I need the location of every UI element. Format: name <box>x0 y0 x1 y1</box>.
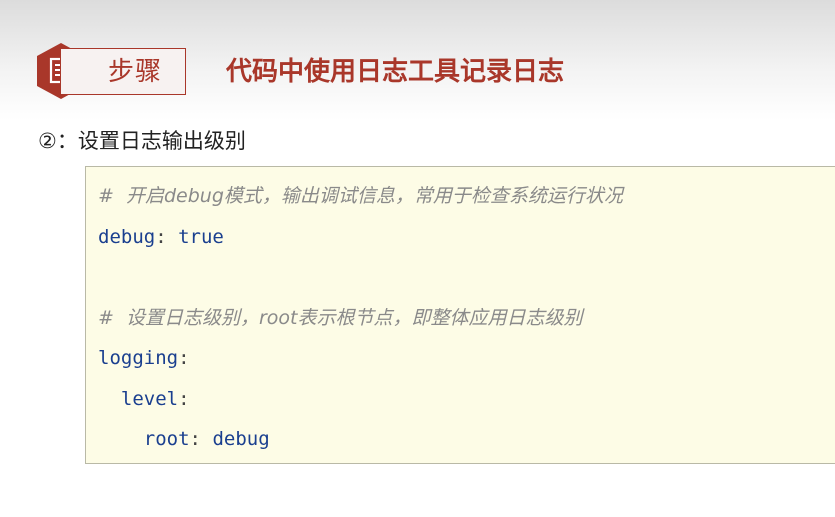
yaml-colon: : <box>178 388 190 410</box>
yaml-value-true: true <box>178 226 224 248</box>
slide-header: 步骤 代码中使用日志工具记录日志 <box>0 0 835 120</box>
code-line-debug: debug: true <box>98 222 224 252</box>
page-title: 代码中使用日志工具记录日志 <box>226 57 565 87</box>
step-label: 步骤 <box>108 57 163 87</box>
code-comment-level: # 设置日志级别，root表示根节点，即整体应用日志级别 <box>98 307 583 329</box>
yaml-key-debug: debug <box>98 226 156 248</box>
yaml-colon: : <box>178 347 190 369</box>
yaml-key-logging: logging <box>98 347 179 369</box>
code-line-logging: logging: <box>98 343 190 373</box>
code-block: # 开启debug模式，输出调试信息，常用于检查系统运行状况 debug: tr… <box>85 166 835 464</box>
section-subtitle: ②：设置日志输出级别 <box>38 129 246 153</box>
yaml-key-level: level <box>120 388 179 410</box>
code-comment-debug: # 开启debug模式，输出调试信息，常用于检查系统运行状况 <box>98 185 623 207</box>
yaml-colon: : <box>155 226 167 248</box>
code-line-level: level: <box>98 384 190 414</box>
yaml-colon: : <box>189 428 201 450</box>
code-line-root: root: debug <box>98 424 270 454</box>
yaml-key-root: root <box>143 428 190 450</box>
yaml-value-debug: debug <box>212 428 270 450</box>
